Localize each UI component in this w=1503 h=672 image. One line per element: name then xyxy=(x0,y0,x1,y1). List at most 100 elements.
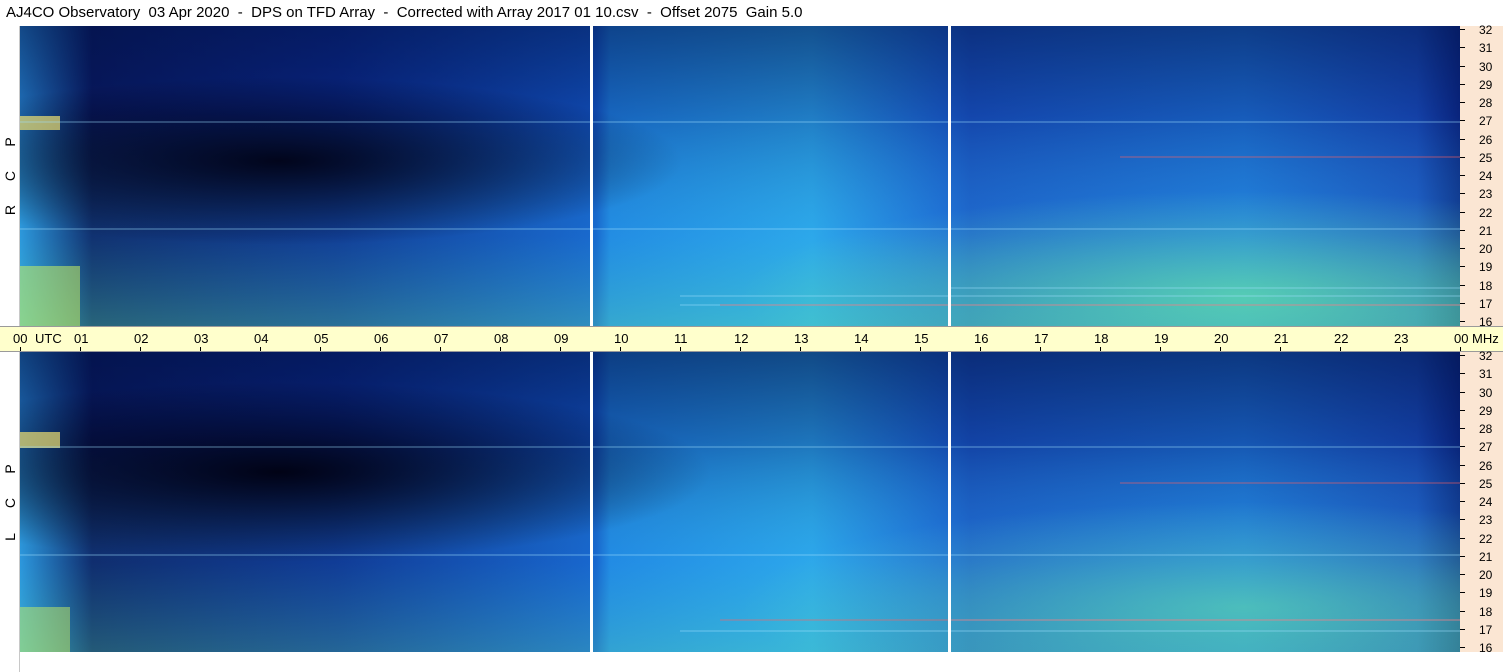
hour-label: 08 xyxy=(494,331,509,346)
hour-label: 07 xyxy=(434,331,449,346)
hour-tick-mark xyxy=(1400,347,1401,351)
hour-tick-mark xyxy=(1220,347,1221,351)
freq-tick: 23 xyxy=(1460,187,1503,201)
tick-mark xyxy=(1460,538,1465,539)
tick-mark xyxy=(1460,592,1465,593)
freq-tick: 26 xyxy=(1460,133,1503,147)
freq-tick-label: 32 xyxy=(1479,349,1493,363)
freq-tick: 27 xyxy=(1460,440,1503,454)
freq-tick-label: 19 xyxy=(1479,260,1493,274)
hour-label: 16 xyxy=(974,331,989,346)
hour-tick-mark xyxy=(980,347,981,351)
freq-tick-label: 26 xyxy=(1479,133,1493,147)
freq-tick: 28 xyxy=(1460,96,1503,110)
tick-mark xyxy=(1460,120,1465,121)
tick-mark xyxy=(1460,355,1465,356)
freq-tick: 20 xyxy=(1460,242,1503,256)
freq-tick-label: 28 xyxy=(1479,422,1493,436)
freq-tick: 24 xyxy=(1460,169,1503,183)
freq-tick-label: 18 xyxy=(1479,279,1493,293)
tick-mark xyxy=(1460,266,1465,267)
freq-tick-label: 27 xyxy=(1479,114,1493,128)
hour-label: 09 xyxy=(554,331,569,346)
tick-mark xyxy=(1460,66,1465,67)
hour-tick-mark xyxy=(860,347,861,351)
hour-tick-mark xyxy=(440,347,441,351)
hour-tick-mark xyxy=(140,347,141,351)
pol-letter: R xyxy=(2,204,18,216)
hour-tick-mark xyxy=(740,347,741,351)
tick-mark xyxy=(1460,574,1465,575)
time-axis: 00 UTC 01 02 03 04 05 06 07 08 09 10 11 12 13 14 15 16 17 1… xyxy=(0,326,1503,352)
hour-tick-mark xyxy=(20,347,21,351)
freq-tick-label: 19 xyxy=(1479,586,1493,600)
freq-tick: 19 xyxy=(1460,260,1503,274)
tick-mark xyxy=(1460,483,1465,484)
freq-tick-label: 20 xyxy=(1479,242,1493,256)
hour-label: 11 xyxy=(674,331,688,346)
tick-mark xyxy=(1460,285,1465,286)
freq-unit-label: MHz xyxy=(1472,331,1499,346)
freq-tick-label: 17 xyxy=(1479,623,1493,637)
hour-label: 14 xyxy=(854,331,869,346)
tick-mark xyxy=(1460,139,1465,140)
freq-tick-label: 17 xyxy=(1479,297,1493,311)
freq-tick: 26 xyxy=(1460,459,1503,473)
hour-tick-mark xyxy=(1340,347,1341,351)
tick-mark xyxy=(1460,175,1465,176)
tick-mark xyxy=(1460,446,1465,447)
hour-tick-mark xyxy=(680,347,681,351)
hour-tick-mark xyxy=(920,347,921,351)
tick-mark xyxy=(1460,519,1465,520)
pol-letter: C xyxy=(2,170,18,182)
tick-mark xyxy=(1460,611,1465,612)
tick-mark xyxy=(1460,465,1465,466)
freq-tick-label: 22 xyxy=(1479,532,1493,546)
freq-tick-label: 23 xyxy=(1479,513,1493,527)
freq-tick: 20 xyxy=(1460,568,1503,582)
tick-mark xyxy=(1460,373,1465,374)
hour-label: 15 xyxy=(914,331,929,346)
hour-label: 06 xyxy=(374,331,389,346)
freq-tick: 29 xyxy=(1460,404,1503,418)
hour-label: 13 xyxy=(794,331,809,346)
freq-tick: 16 xyxy=(1460,641,1503,655)
freq-tick: 31 xyxy=(1460,367,1503,381)
freq-tick: 22 xyxy=(1460,206,1503,220)
data-gap-line xyxy=(948,352,951,652)
hour-tick-mark xyxy=(380,347,381,351)
tick-mark xyxy=(1460,84,1465,85)
hour-tick-mark xyxy=(320,347,321,351)
hour-label: 22 xyxy=(1334,331,1349,346)
freq-tick-label: 20 xyxy=(1479,568,1493,582)
pol-letter: L xyxy=(2,533,18,541)
hour-label: 20 xyxy=(1214,331,1229,346)
tick-mark xyxy=(1460,47,1465,48)
pol-letter: P xyxy=(2,137,18,147)
freq-tick-label: 18 xyxy=(1479,605,1493,619)
freq-tick-label: 25 xyxy=(1479,151,1493,165)
tick-mark xyxy=(1460,392,1465,393)
tick-mark xyxy=(1460,29,1465,30)
freq-tick-label: 28 xyxy=(1479,96,1493,110)
freq-tick: 17 xyxy=(1460,297,1503,311)
hour-tick-mark xyxy=(500,347,501,351)
data-gap-line xyxy=(948,26,951,326)
tick-mark xyxy=(1460,102,1465,103)
hour-label: 23 xyxy=(1394,331,1409,346)
freq-tick-label: 22 xyxy=(1479,206,1493,220)
tick-mark xyxy=(1460,321,1465,322)
hour-label: 02 xyxy=(134,331,149,346)
tick-mark xyxy=(1460,212,1465,213)
data-gap-line xyxy=(590,26,593,326)
freq-tick-label: 24 xyxy=(1479,495,1493,509)
freq-tick: 25 xyxy=(1460,151,1503,165)
freq-tick-label: 23 xyxy=(1479,187,1493,201)
freq-tick-label: 31 xyxy=(1479,41,1493,55)
hour-label: 10 xyxy=(614,331,629,346)
freq-tick-label: 21 xyxy=(1479,550,1493,564)
hour-tick-mark xyxy=(1160,347,1161,351)
window-title: AJ4CO Observatory 03 Apr 2020 - DPS on T… xyxy=(0,0,1460,26)
freq-tick-label: 32 xyxy=(1479,23,1493,37)
freq-tick-label: 26 xyxy=(1479,459,1493,473)
